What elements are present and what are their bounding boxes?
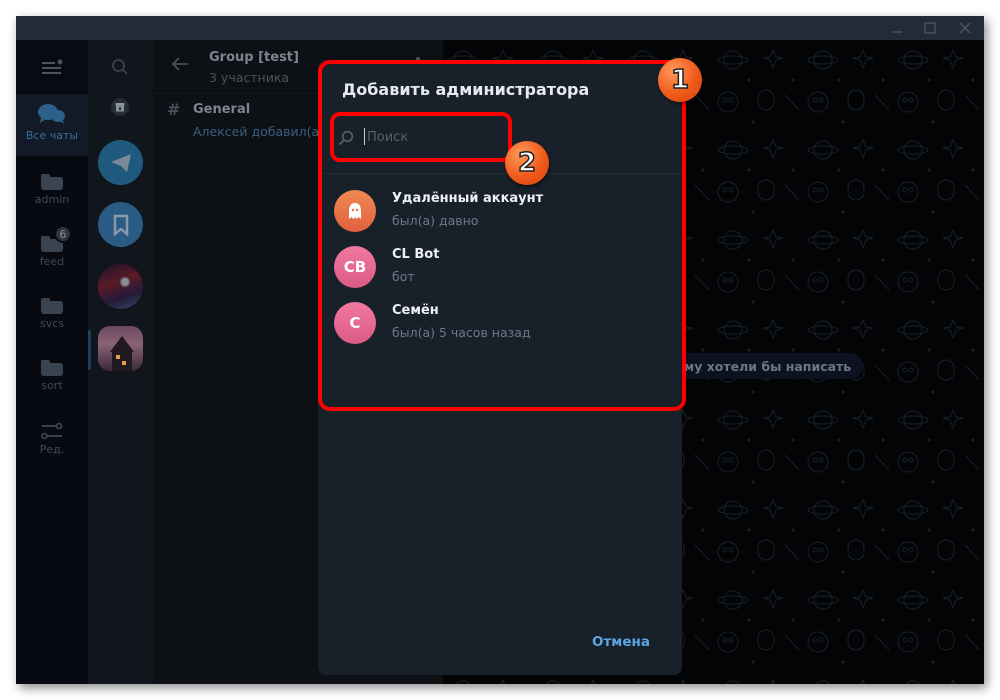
folder-icon bbox=[41, 360, 63, 376]
member-row[interactable]: Удалённый аккаунт был(а) давно bbox=[318, 182, 682, 238]
select-chat-hint: му хотели бы написать bbox=[672, 353, 864, 379]
archive-icon bbox=[115, 103, 125, 112]
group-title: Group [test] bbox=[209, 50, 299, 65]
member-status: бот bbox=[392, 269, 415, 284]
folder-edit[interactable]: Ред. bbox=[16, 414, 88, 476]
minimize-icon bbox=[892, 31, 902, 33]
topic-name: General bbox=[193, 102, 251, 117]
search-input[interactable] bbox=[367, 124, 647, 150]
folder-label: Ред. bbox=[39, 443, 65, 456]
folder-svcs[interactable]: svcs bbox=[16, 290, 88, 352]
search-icon bbox=[112, 59, 128, 75]
maximize-button[interactable] bbox=[915, 16, 945, 40]
chat-house-avatar[interactable] bbox=[98, 326, 143, 371]
telegram-plane-icon bbox=[110, 153, 131, 172]
bookmark-icon bbox=[113, 214, 128, 236]
hamburger-menu-icon bbox=[42, 59, 63, 74]
avatar: CB bbox=[334, 246, 376, 288]
close-button[interactable] bbox=[950, 16, 980, 40]
search-icon bbox=[338, 130, 354, 150]
cancel-button[interactable]: Отмена bbox=[592, 634, 650, 650]
add-admin-dialog: Добавить администратора Удалённый аккаун bbox=[318, 60, 682, 675]
folder-all-chats[interactable]: Все чаты bbox=[16, 94, 88, 156]
member-status: был(а) давно bbox=[392, 213, 479, 228]
active-chat-indicator bbox=[88, 330, 91, 370]
house-roof bbox=[110, 336, 134, 352]
chat-saved-messages[interactable] bbox=[98, 202, 143, 247]
folder-label: sort bbox=[41, 379, 63, 392]
maximize-icon bbox=[924, 22, 936, 34]
topic-last-message: Алексей добавил(а) С bbox=[193, 124, 337, 139]
folder-label: admin bbox=[34, 193, 70, 206]
group-member-count: 3 участника bbox=[209, 70, 290, 85]
member-search[interactable] bbox=[334, 118, 664, 158]
dialog-title: Добавить администратора bbox=[342, 80, 590, 99]
chat-telegram[interactable] bbox=[98, 140, 143, 185]
avatar: С bbox=[334, 302, 376, 344]
folder-feed[interactable]: feed bbox=[16, 228, 88, 290]
folder-icon bbox=[41, 298, 63, 314]
sliders-icon bbox=[41, 422, 63, 440]
step-badge-2: 2 bbox=[505, 141, 549, 185]
folder-label: Все чаты bbox=[25, 129, 79, 142]
folder-icon bbox=[41, 174, 63, 190]
archive-button[interactable] bbox=[111, 98, 129, 116]
divider bbox=[318, 173, 682, 174]
folder-sidebar: Все чаты admin feed 6 svcs sort Ред. bbox=[16, 40, 88, 684]
folder-admin[interactable]: admin bbox=[16, 166, 88, 228]
unread-badge: 6 bbox=[54, 225, 72, 243]
arrow-left-icon bbox=[171, 57, 188, 71]
member-row[interactable]: С Семён был(а) 5 часов назад bbox=[318, 294, 682, 350]
folder-label: feed bbox=[39, 255, 65, 268]
back-button[interactable] bbox=[171, 56, 189, 76]
house-window bbox=[116, 355, 120, 359]
chats-icon bbox=[38, 104, 65, 124]
avatar bbox=[334, 190, 376, 232]
hash-icon: # bbox=[167, 100, 181, 119]
close-icon bbox=[959, 22, 971, 34]
minimize-button[interactable] bbox=[882, 16, 912, 40]
house-window bbox=[122, 361, 126, 365]
folder-label: svcs bbox=[39, 317, 65, 330]
text-caret bbox=[364, 128, 365, 145]
folder-sort[interactable]: sort bbox=[16, 352, 88, 414]
title-bar bbox=[16, 16, 984, 40]
step-badge-1: 1 bbox=[658, 58, 702, 102]
chat-list bbox=[88, 40, 153, 684]
member-status: был(а) 5 часов назад bbox=[392, 325, 531, 340]
main-menu-button[interactable] bbox=[16, 40, 88, 94]
member-row[interactable]: CB CL Bot бот bbox=[318, 238, 682, 294]
ghost-icon bbox=[349, 203, 361, 219]
member-name: Семён bbox=[392, 303, 439, 318]
chat-sky-avatar[interactable] bbox=[98, 264, 143, 309]
member-name: Удалённый аккаунт bbox=[392, 191, 544, 206]
member-name: CL Bot bbox=[392, 247, 440, 262]
telegram-window: Все чаты admin feed 6 svcs sort Ред. Gro… bbox=[16, 16, 984, 684]
search-button[interactable] bbox=[111, 58, 129, 80]
